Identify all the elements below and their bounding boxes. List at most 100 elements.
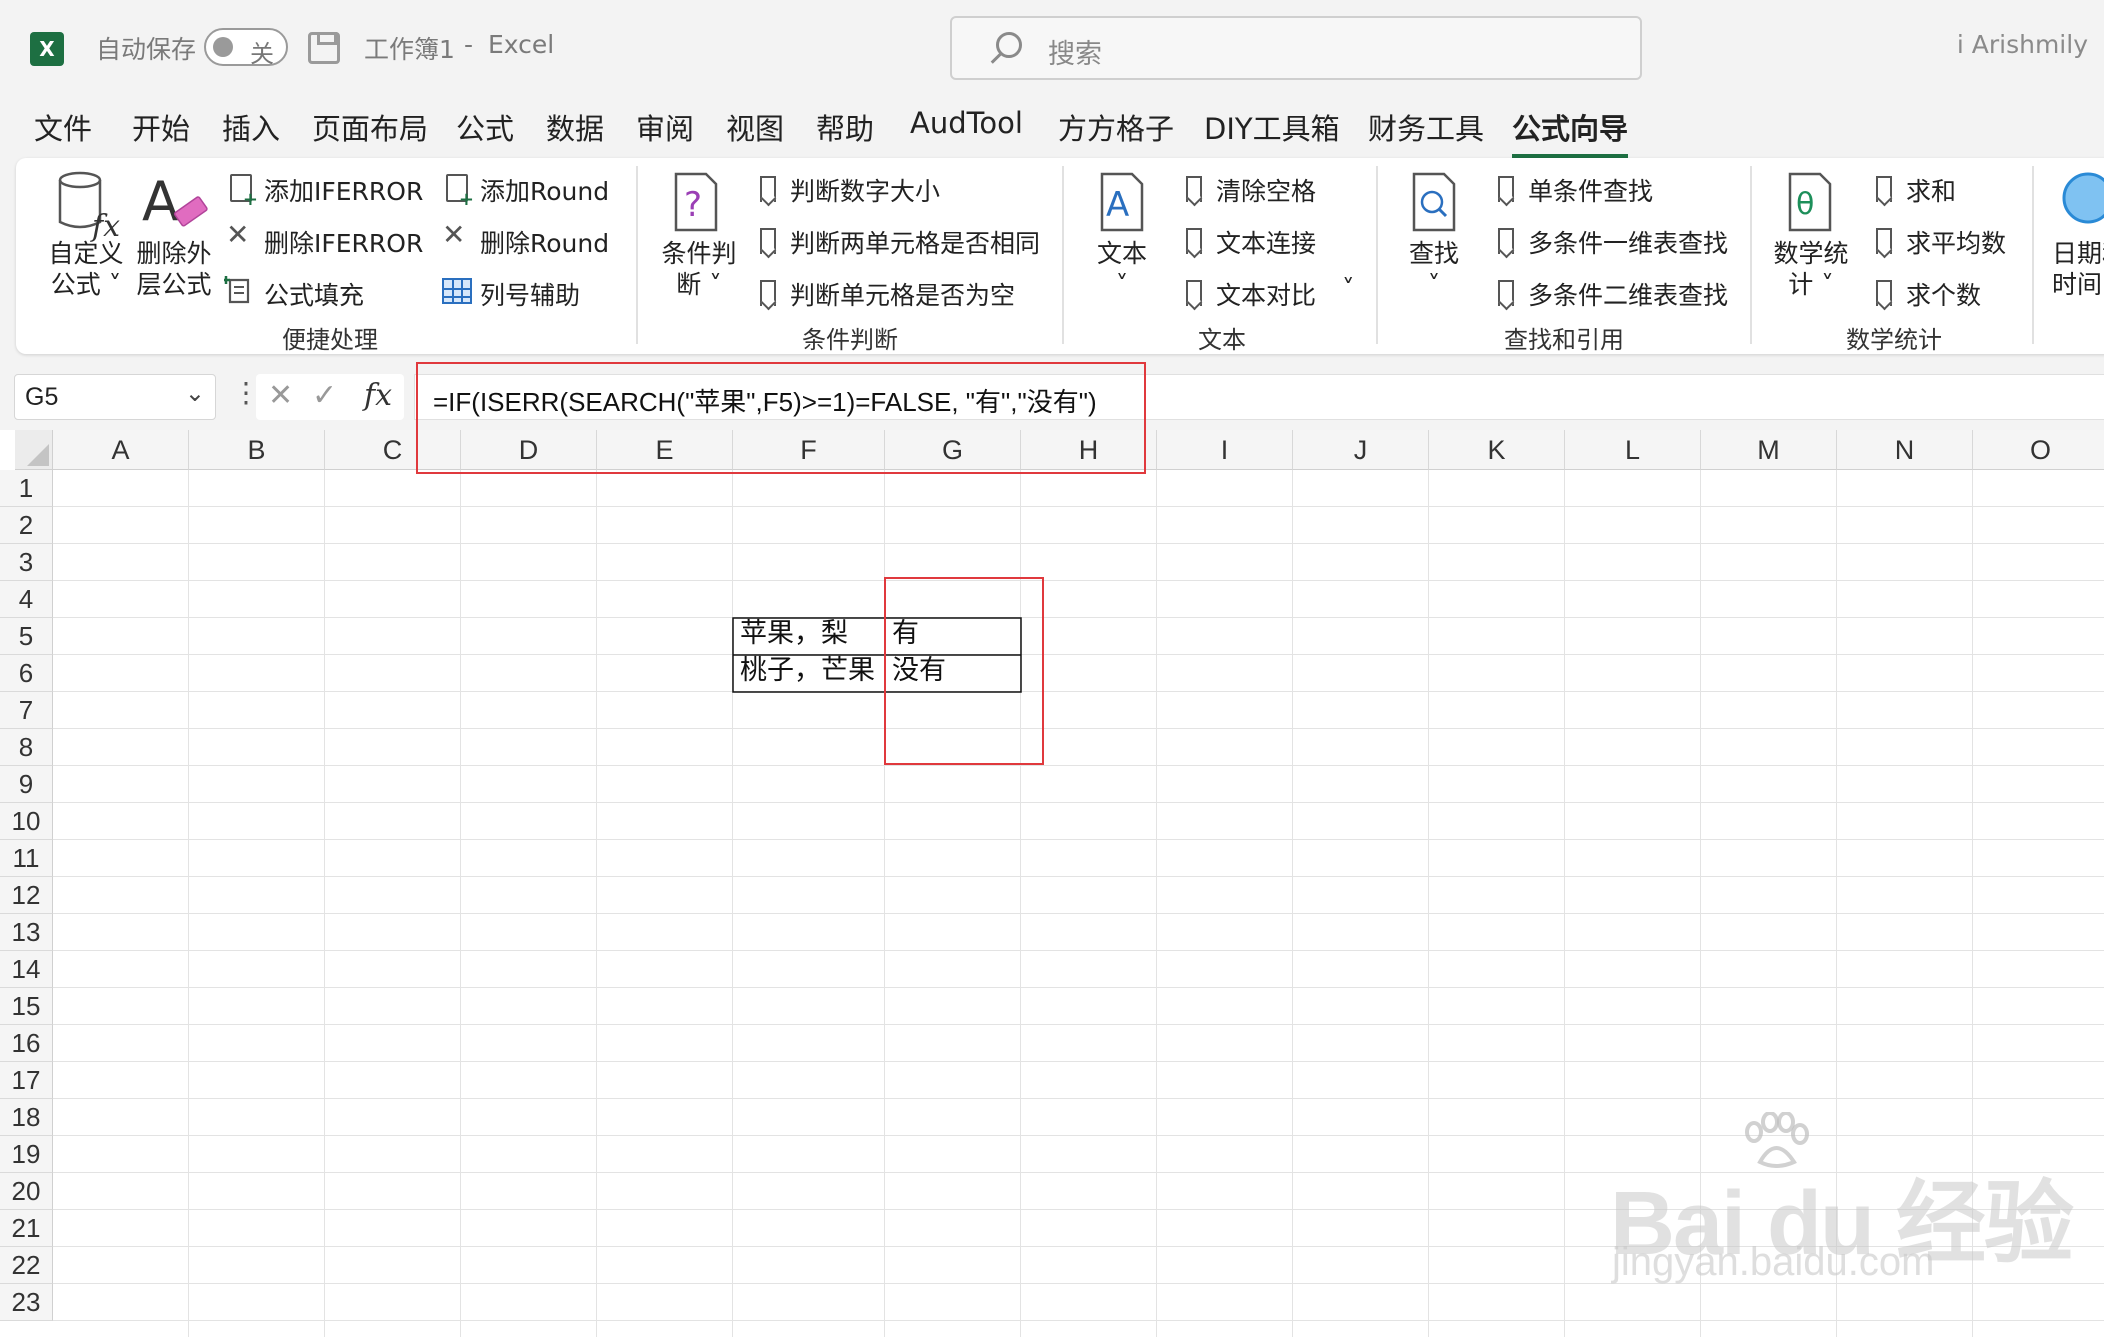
add-round-button[interactable]: 添加Round (480, 172, 609, 208)
select-all-corner[interactable] (15, 430, 53, 470)
tab-view[interactable]: 视图 (726, 106, 784, 148)
tab-page-layout[interactable]: 页面布局 (312, 106, 428, 148)
row-header-12[interactable]: 12 (0, 877, 53, 914)
svg-text:A: A (142, 170, 179, 233)
remove-outer-formula-button[interactable]: 删除外 层公式 (130, 238, 218, 300)
tab-insert[interactable]: 插入 (222, 106, 280, 148)
bookmark-icon (760, 176, 776, 202)
tab-fangfang[interactable]: 方方格子 (1058, 106, 1174, 148)
count-button[interactable]: 求个数 (1906, 276, 1981, 312)
confirm-icon[interactable]: ✓ (312, 378, 337, 413)
text-button[interactable]: 文本 ˅ (1080, 238, 1164, 300)
name-box[interactable]: G5 ⌄ (14, 374, 216, 420)
chevron-down-icon[interactable]: ˅ (1342, 274, 1355, 303)
custom-formula-label-1: 自定义 (48, 239, 124, 268)
tab-file[interactable]: 文件 (34, 106, 92, 148)
row-header-15[interactable]: 15 (0, 988, 53, 1025)
lookup-doc-icon (1412, 172, 1456, 232)
question-doc-icon: ? (674, 172, 718, 232)
sum-button[interactable]: 求和 (1906, 172, 1956, 208)
judge-number-size-button[interactable]: 判断数字大小 (790, 172, 940, 208)
date-time-label-2: 时间 (2052, 270, 2103, 299)
row-header-20[interactable]: 20 (0, 1173, 53, 1210)
search-box[interactable]: 搜索 (950, 16, 1642, 80)
tab-review[interactable]: 审阅 (636, 106, 694, 148)
column-helper-button[interactable]: 列号辅助 (480, 276, 580, 312)
judge-cell-empty-button[interactable]: 判断单元格是否为空 (790, 276, 1015, 312)
column-header-O[interactable]: O (1973, 430, 2104, 470)
tab-home[interactable]: 开始 (132, 106, 190, 148)
row-header-14[interactable]: 14 (0, 951, 53, 988)
column-header-L[interactable]: L (1565, 430, 1701, 470)
formula-buttons: ✕ ✓ fx (256, 374, 404, 420)
row-header-8[interactable]: 8 (0, 729, 53, 766)
insert-function-icon[interactable]: fx (364, 378, 392, 413)
bookmark-icon (760, 228, 776, 254)
row-header-19[interactable]: 19 (0, 1136, 53, 1173)
condition-judge-button[interactable]: 条件判 断 ˅ (656, 238, 742, 300)
row-header-13[interactable]: 13 (0, 914, 53, 951)
text-concat-button[interactable]: 文本连接 (1216, 224, 1316, 260)
date-time-icon (2062, 172, 2104, 224)
column-header-K[interactable]: K (1429, 430, 1565, 470)
lookup-button[interactable]: 查找 ˅ (1392, 238, 1476, 300)
row-header-9[interactable]: 9 (0, 766, 53, 803)
column-header-A[interactable]: A (53, 430, 189, 470)
delete-iferror-button[interactable]: 删除IFERROR (264, 224, 423, 260)
text-compare-button[interactable]: 文本对比 (1216, 276, 1316, 312)
math-doc-icon: θ (1788, 172, 1832, 232)
condition-judge-label-1: 条件判 (661, 239, 737, 268)
row-header-17[interactable]: 17 (0, 1062, 53, 1099)
row-header-16[interactable]: 16 (0, 1025, 53, 1062)
judge-two-cells-same-button[interactable]: 判断两单元格是否相同 (790, 224, 1040, 260)
column-header-I[interactable]: I (1157, 430, 1293, 470)
date-time-label-1: 日期和 (2052, 239, 2104, 268)
row-header-11[interactable]: 11 (0, 840, 53, 877)
column-header-J[interactable]: J (1293, 430, 1429, 470)
row-header-21[interactable]: 21 (0, 1210, 53, 1247)
group-separator (1750, 166, 1752, 344)
average-button[interactable]: 求平均数 (1906, 224, 2006, 260)
row-header-6[interactable]: 6 (0, 655, 53, 692)
row-header-3[interactable]: 3 (0, 544, 53, 581)
row-header-2[interactable]: 2 (0, 507, 53, 544)
row-header-5[interactable]: 5 (0, 618, 53, 655)
result-highlight-box (884, 577, 1044, 765)
column-header-B[interactable]: B (189, 430, 325, 470)
cell-F6[interactable]: 桃子，芒果 (734, 653, 886, 689)
tab-diy-toolbox[interactable]: DIY工具箱 (1204, 106, 1340, 148)
date-time-button[interactable]: 日期和 时间 (2052, 238, 2104, 300)
row-header-10[interactable]: 10 (0, 803, 53, 840)
delete-round-button[interactable]: 删除Round (480, 224, 609, 260)
multi-condition-1d-lookup-button[interactable]: 多条件一维表查找 (1528, 224, 1728, 260)
tab-formula-wizard[interactable]: 公式向导 (1512, 106, 1629, 158)
eraser-icon: A (142, 170, 208, 233)
save-icon[interactable] (308, 32, 340, 64)
tab-data[interactable]: 数据 (546, 106, 604, 148)
row-header-18[interactable]: 18 (0, 1099, 53, 1136)
row-header-22[interactable]: 22 (0, 1247, 53, 1284)
row-header-4[interactable]: 4 (0, 581, 53, 618)
clear-spaces-button[interactable]: 清除空格 (1216, 172, 1316, 208)
row-header-23[interactable]: 23 (0, 1284, 53, 1321)
text-doc-icon: A (1100, 172, 1144, 232)
chevron-down-icon[interactable]: ⌄ (185, 379, 205, 407)
fill-formula-button[interactable]: 公式填充 (264, 276, 364, 312)
row-header-1[interactable]: 1 (0, 470, 53, 507)
multi-condition-2d-lookup-button[interactable]: 多条件二维表查找 (1528, 276, 1728, 312)
custom-formula-button[interactable]: 自定义 公式 ˅ (44, 238, 128, 300)
math-stats-button[interactable]: 数学统 计 ˅ (1766, 238, 1856, 300)
tab-formulas[interactable]: 公式 (456, 106, 514, 148)
column-header-N[interactable]: N (1837, 430, 1973, 470)
single-condition-lookup-button[interactable]: 单条件查找 (1528, 172, 1653, 208)
row-header-7[interactable]: 7 (0, 692, 53, 729)
autosave-toggle[interactable]: 关 (204, 28, 288, 68)
column-header-M[interactable]: M (1701, 430, 1837, 470)
tab-finance-tools[interactable]: 财务工具 (1368, 106, 1484, 148)
tab-audtool[interactable]: AudTool (910, 106, 1023, 140)
cell-F5[interactable]: 苹果，梨 (734, 616, 886, 652)
cancel-icon[interactable]: ✕ (268, 378, 293, 413)
user-name[interactable]: i Arishmily (1957, 30, 2088, 59)
add-iferror-button[interactable]: 添加IFERROR (264, 172, 423, 208)
tab-help[interactable]: 帮助 (816, 106, 874, 148)
